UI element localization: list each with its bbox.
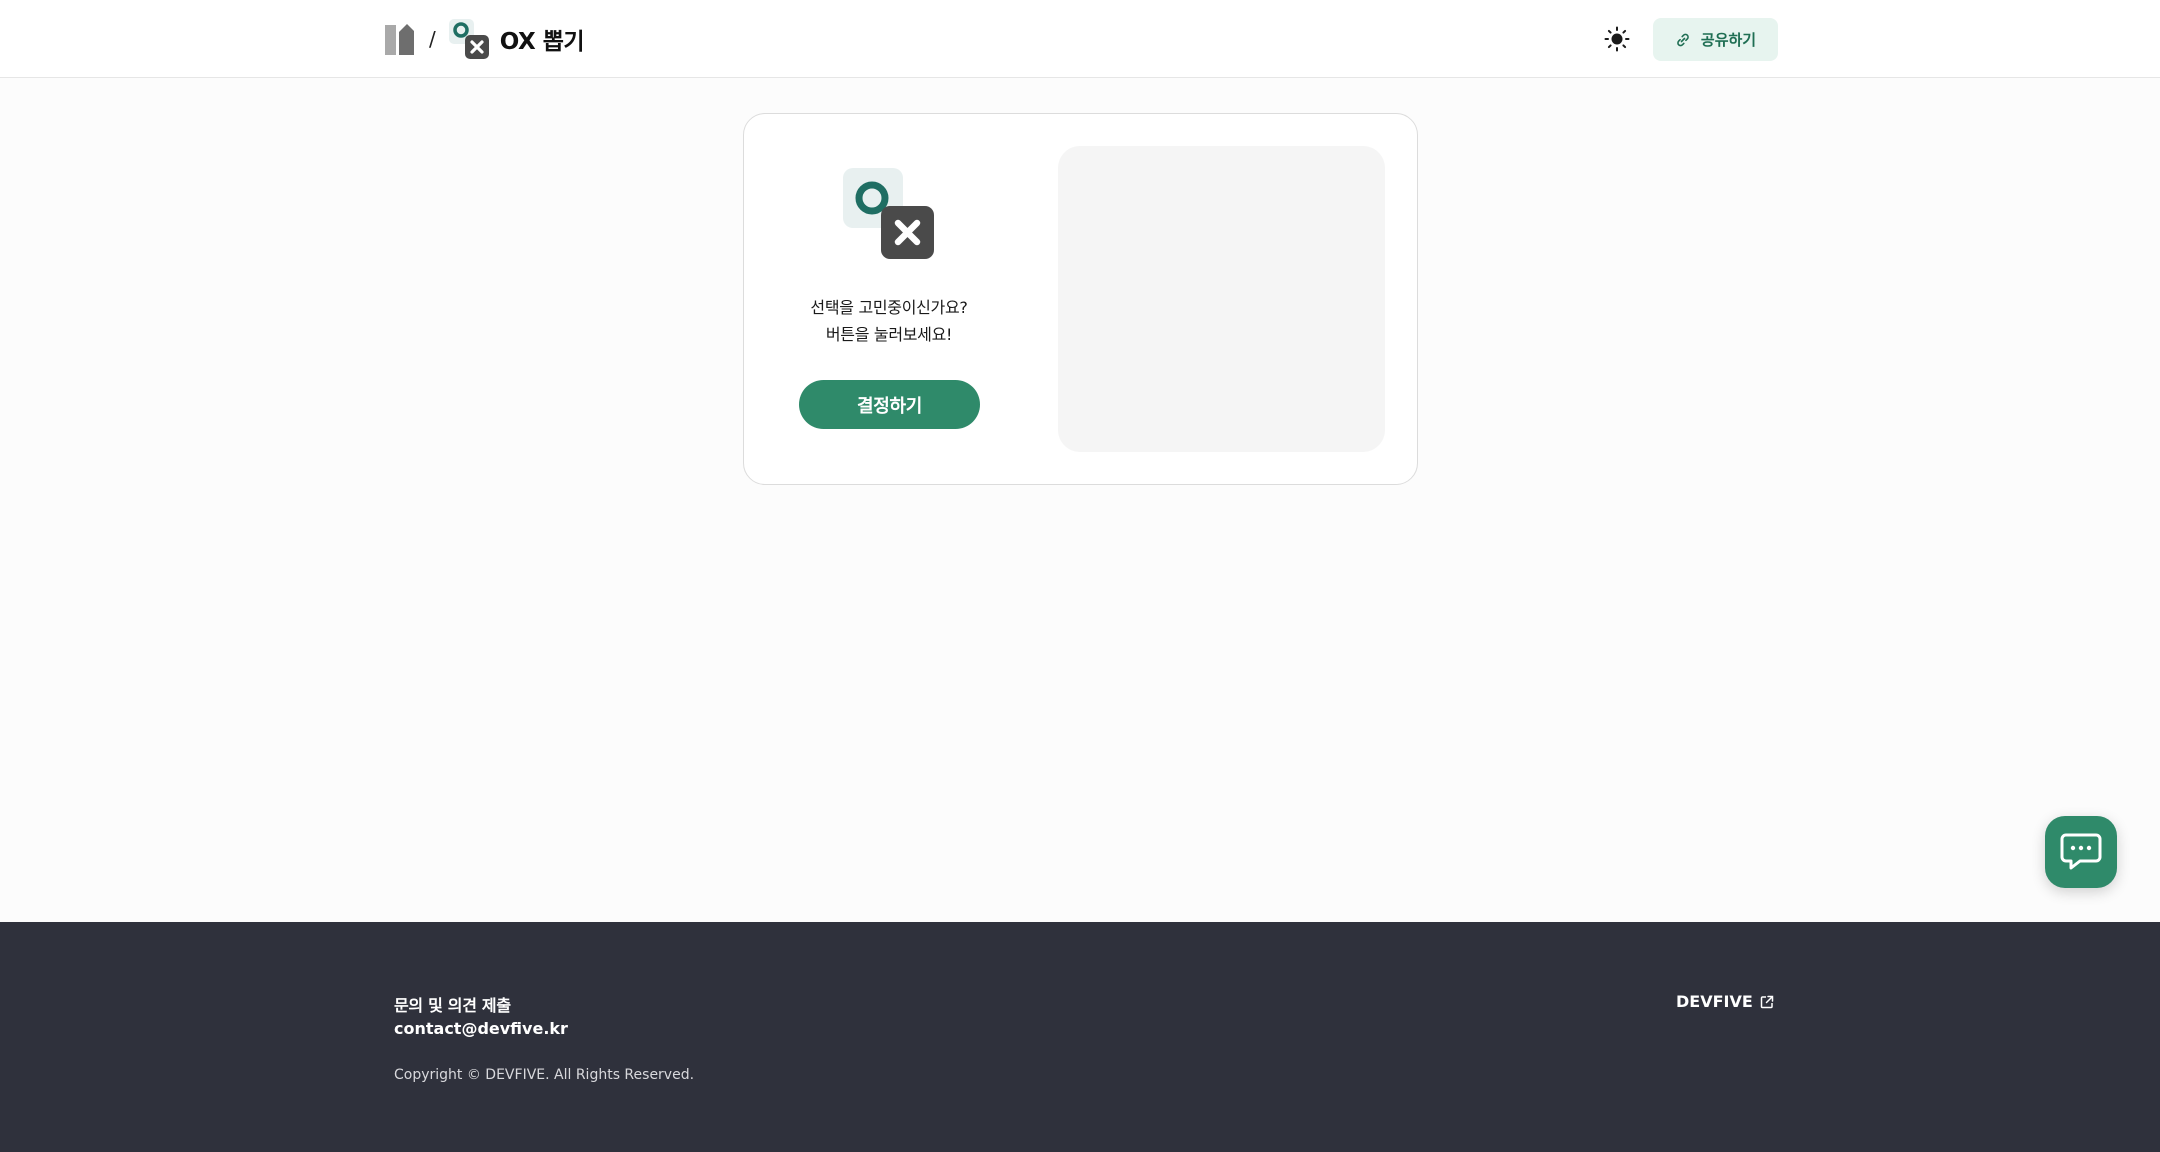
decide-button[interactable]: 결정하기: [799, 380, 980, 429]
devfive-link[interactable]: DEVFIVE: [1676, 992, 1774, 1011]
top-header: / OX 뽑기 공유하기: [0, 0, 2160, 78]
ox-illustration-icon: [843, 168, 934, 259]
share-button[interactable]: 공유하기: [1653, 18, 1778, 61]
contact-email[interactable]: contact@devfive.kr: [394, 1019, 568, 1038]
sun-icon: [1604, 26, 1630, 52]
theme-toggle-button[interactable]: [1603, 25, 1631, 53]
prompt-text: 선택을 고민중이신가요? 버튼을 눌러보세요!: [784, 294, 994, 348]
link-icon: [1677, 33, 1689, 46]
ox-icon: [448, 19, 489, 59]
chat-bubble-icon: [2060, 833, 2102, 870]
prompt-line-1: 선택을 고민중이신가요?: [810, 298, 968, 317]
result-panel: [1058, 146, 1385, 452]
share-button-label: 공유하기: [1700, 31, 1757, 49]
breadcrumb: / OX 뽑기: [383, 19, 585, 59]
inquiry-link[interactable]: 문의 및 의견 제출: [394, 992, 511, 1016]
devfive-logo-icon[interactable]: [383, 22, 415, 56]
copyright-text: Copyright © DEVFIVE. All Rights Reserved…: [394, 1067, 695, 1083]
chat-button[interactable]: [2045, 816, 2117, 888]
devfive-link-label: DEVFIVE: [1676, 992, 1753, 1011]
ox-picker-card: 선택을 고민중이신가요? 버튼을 눌러보세요! 결정하기: [743, 113, 1418, 485]
external-link-icon: [1760, 995, 1774, 1008]
site-footer: 문의 및 의견 제출 contact@devfive.kr Copyright …: [0, 922, 2160, 1152]
breadcrumb-separator: /: [429, 27, 436, 51]
page-title: OX 뽑기: [499, 29, 585, 55]
prompt-line-2: 버튼을 눌러보세요!: [825, 325, 953, 344]
